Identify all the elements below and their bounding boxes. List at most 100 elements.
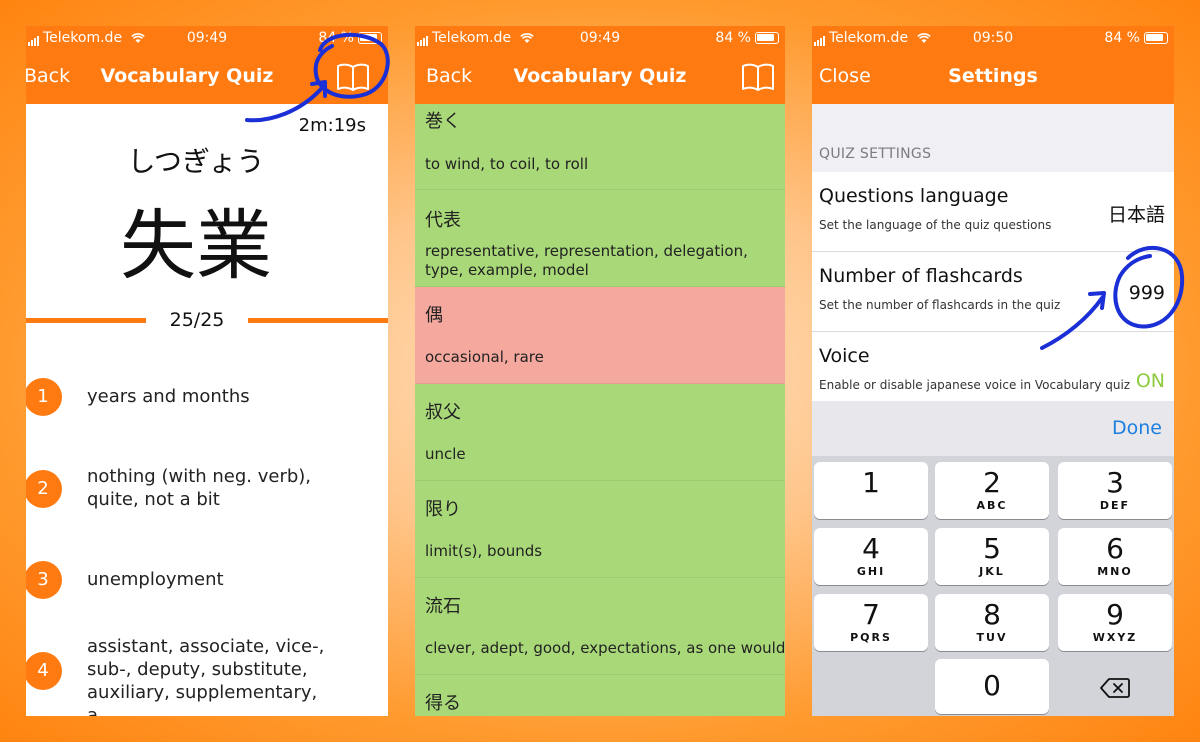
vocab-row[interactable]: 叔父 uncle: [415, 384, 785, 481]
vocab-word: 偶: [425, 305, 443, 326]
progress-bar: [248, 318, 388, 323]
key-2[interactable]: 2 ABC: [935, 462, 1049, 519]
answer-text: years and months: [87, 386, 250, 407]
key-digit: 6: [1106, 532, 1124, 565]
vocab-word: 限り: [425, 499, 461, 520]
key-3[interactable]: 3 DEF: [1058, 462, 1172, 519]
question-reading: しつぎょう: [127, 145, 265, 178]
status-bar: Telekom.de 09:49 84 %: [415, 30, 785, 50]
voice-toggle[interactable]: ON: [1136, 370, 1165, 392]
key-4[interactable]: 4 GHI: [814, 528, 928, 585]
results-screen: Telekom.de 09:49 84 % Back Vocabulary Qu…: [415, 26, 785, 716]
key-1[interactable]: 1: [814, 462, 928, 519]
answer-number: 1: [26, 378, 62, 416]
vocab-row[interactable]: 代表 representative, representation, deleg…: [415, 190, 785, 287]
setting-value: 日本語: [1107, 204, 1165, 226]
book-icon[interactable]: [741, 62, 775, 92]
key-letters: ABC: [976, 499, 1008, 512]
vocab-meaning: clever, adept, good, expectations, as on…: [425, 639, 785, 657]
battery-icon: [1144, 32, 1168, 44]
settings-list: Questions language Set the language of t…: [812, 172, 1174, 412]
key-digit: 7: [862, 598, 880, 631]
vocab-meaning: to wind, to coil, to roll: [425, 155, 589, 173]
delete-key[interactable]: [1058, 659, 1172, 714]
key-letters: TUV: [976, 631, 1008, 644]
vocab-row[interactable]: 限り limit(s), bounds: [415, 481, 785, 578]
book-icon[interactable]: [336, 62, 370, 92]
key-digit: 3: [1106, 466, 1124, 499]
vocab-row[interactable]: 流石 clever, adept, good, expectations, as…: [415, 578, 785, 675]
progress-bar: [26, 318, 146, 323]
key-digit: 2: [983, 466, 1001, 499]
numeric-keypad: 1 2 ABC 3 DEF 4 GHI 5 JKL 6 MNO 7 PQRS 8 TUV 9W…: [812, 456, 1174, 716]
setting-voice[interactable]: Voice Enable or disable japanese voice i…: [812, 332, 1174, 412]
key-digit: 9: [1106, 598, 1124, 631]
battery-icon: [755, 32, 779, 44]
vocab-word: 叔父: [425, 402, 461, 423]
section-header: QUIZ SETTINGS: [819, 146, 932, 162]
status-bar: Telekom.de 09:49 84 %: [26, 30, 388, 50]
setting-title: Number of flashcards: [819, 265, 1023, 287]
key-8[interactable]: 8 TUV: [935, 594, 1049, 651]
key-digit: 4: [862, 532, 880, 565]
nav-bar: Telekom.de 09:49 84 % Back Vocabulary Qu…: [415, 26, 785, 104]
key-letters: PQRS: [850, 631, 892, 644]
key-digit: 1: [862, 466, 880, 499]
answer-number: 2: [26, 470, 62, 508]
key-7[interactable]: 7 PQRS: [814, 594, 928, 651]
vocab-meaning: occasional, rare: [425, 348, 544, 366]
nav-bar: Telekom.de 09:49 84 % Back Vocabulary Qu…: [26, 26, 388, 104]
setting-subtitle: Enable or disable japanese voice in Voca…: [819, 378, 1131, 392]
vocab-row[interactable]: 偶 occasional, rare: [415, 287, 785, 384]
answer-text: unemployment: [87, 569, 224, 590]
vocab-row[interactable]: 得る: [415, 675, 785, 716]
key-6[interactable]: 6 MNO: [1058, 528, 1172, 585]
setting-subtitle: Set the number of flashcards in the quiz: [819, 298, 1061, 312]
page-title: Vocabulary Quiz: [513, 65, 687, 87]
setting-subtitle: Set the language of the quiz questions: [819, 218, 1052, 232]
key-letters: MNO: [1097, 565, 1133, 578]
key-digit: 5: [983, 532, 1001, 565]
answer-number: 3: [26, 561, 62, 599]
vocab-meaning: uncle: [425, 445, 466, 463]
answer-text: nothing (with neg. verb), quite, not a b…: [87, 466, 312, 510]
settings-screen: Telekom.de 09:50 84 % Close Settings QUI…: [812, 26, 1174, 716]
key-digit: 8: [983, 598, 1001, 631]
done-button[interactable]: Done: [1112, 417, 1162, 439]
progress-counter: 25/25: [169, 309, 225, 331]
key-9[interactable]: 9 WXYZ: [1058, 594, 1172, 651]
nav-bar: Telekom.de 09:50 84 % Close Settings: [812, 26, 1174, 104]
answer-text: assistant, associate, vice-, sub-, deput…: [87, 636, 325, 716]
setting-questions-language[interactable]: Questions language Set the language of t…: [812, 172, 1174, 252]
status-bar: Telekom.de 09:50 84 %: [812, 30, 1174, 50]
flashcard-count-input[interactable]: 999: [1129, 282, 1165, 304]
vocab-results-list: 巻く to wind, to coil, to roll 代表 represen…: [415, 104, 785, 716]
page-title: Settings: [948, 65, 1038, 87]
page-title: Vocabulary Quiz: [100, 65, 274, 87]
key-5[interactable]: 5 JKL: [935, 528, 1049, 585]
vocab-row[interactable]: 巻く to wind, to coil, to roll: [415, 104, 785, 190]
battery: 84 %: [715, 30, 779, 46]
vocab-meaning: limit(s), bounds: [425, 542, 543, 560]
vocab-word: 代表: [425, 210, 461, 231]
battery: 84 %: [1104, 30, 1168, 46]
battery: 84 %: [318, 30, 382, 46]
key-letters: GHI: [856, 565, 886, 578]
key-0[interactable]: 0: [935, 659, 1049, 714]
backspace-icon: [1100, 678, 1130, 698]
timer: 2m:19s: [298, 115, 366, 136]
key-letters: JKL: [979, 565, 1005, 578]
vocab-word: 巻く: [425, 111, 461, 132]
key-letters: DEF: [1099, 499, 1131, 512]
question-kanji: 失業: [120, 201, 272, 290]
vocab-word: 得る: [425, 693, 461, 714]
setting-title: Voice: [819, 345, 870, 367]
vocab-meaning: representative, representation, delegati…: [425, 242, 748, 279]
keyboard-accessory-bar: Done: [812, 401, 1174, 456]
setting-title: Questions language: [819, 185, 1009, 207]
vocab-word: 流石: [425, 596, 461, 617]
answer-number: 4: [26, 652, 62, 690]
quiz-screen: Telekom.de 09:49 84 % Back Vocabulary Qu…: [26, 26, 388, 716]
battery-icon: [358, 32, 382, 44]
setting-number-of-flashcards[interactable]: Number of flashcards Set the number of f…: [812, 252, 1174, 332]
